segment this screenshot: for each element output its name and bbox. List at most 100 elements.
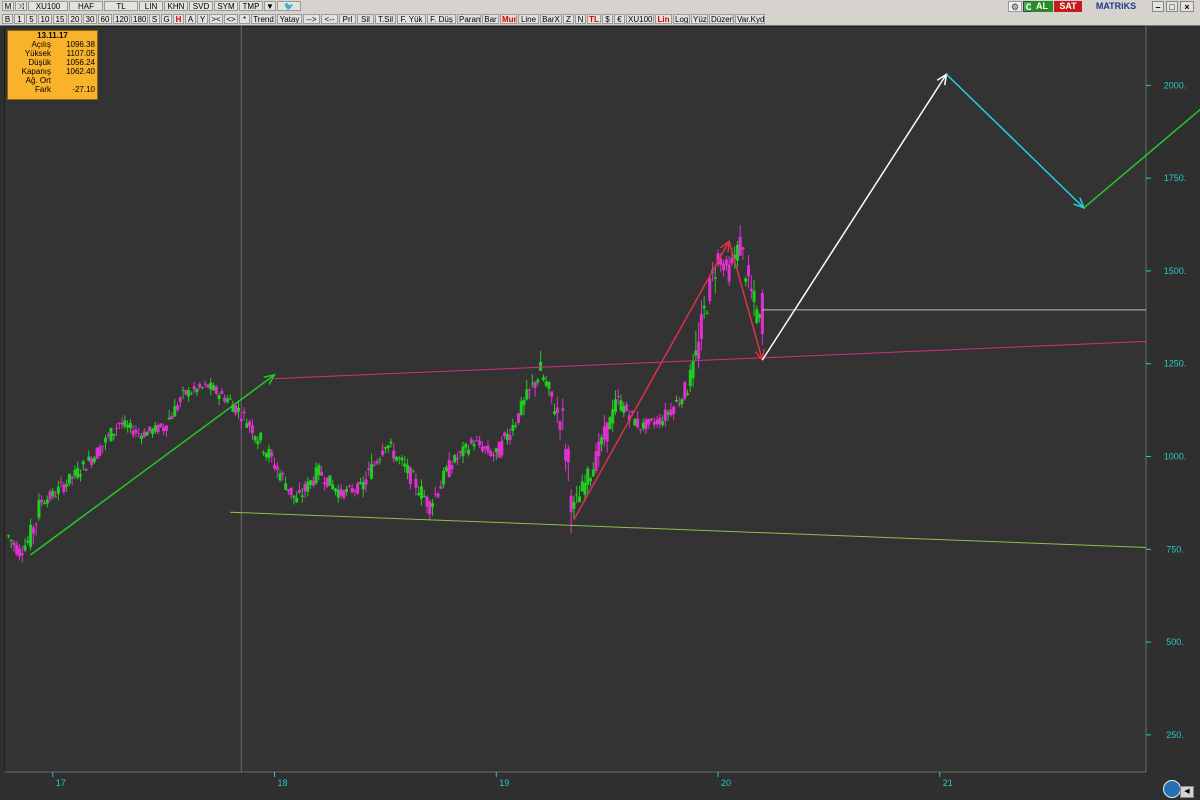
candle-body bbox=[442, 470, 446, 485]
candle-body bbox=[641, 422, 645, 429]
info-date: 13.11.17 bbox=[37, 31, 68, 40]
candle-body bbox=[519, 400, 523, 415]
candle-body bbox=[131, 430, 135, 436]
candle-body bbox=[611, 409, 615, 424]
trend-line bbox=[230, 511, 1147, 548]
candle-body bbox=[342, 490, 346, 498]
info-value: 1096.38 bbox=[66, 40, 95, 49]
y-tick-label: 1750. bbox=[1164, 173, 1187, 183]
candle-body bbox=[622, 406, 626, 413]
candle-body bbox=[15, 544, 19, 555]
candle-body bbox=[386, 445, 390, 449]
candle-body bbox=[284, 483, 288, 490]
candle-body bbox=[702, 305, 706, 309]
info-label: Fark bbox=[35, 85, 51, 94]
candle-body bbox=[458, 451, 462, 453]
candle-body bbox=[569, 495, 573, 513]
candle-body bbox=[192, 386, 196, 390]
candle-body bbox=[431, 503, 435, 507]
candle-body bbox=[381, 450, 385, 456]
candle-body bbox=[522, 400, 526, 406]
candle-body bbox=[672, 406, 676, 414]
candle-body bbox=[128, 422, 132, 429]
candle-body bbox=[564, 449, 568, 461]
info-value bbox=[55, 76, 95, 85]
candle-body bbox=[26, 540, 30, 543]
candle-body bbox=[248, 421, 252, 426]
y-tick-label: 1500. bbox=[1164, 266, 1187, 276]
candle-body bbox=[680, 399, 684, 405]
candle-body bbox=[76, 468, 80, 478]
candle-body bbox=[306, 481, 310, 492]
candle-body bbox=[367, 468, 371, 471]
candle-body bbox=[358, 481, 362, 484]
candle-body bbox=[6, 535, 10, 537]
candle-body bbox=[225, 398, 229, 403]
sync-icon[interactable] bbox=[1163, 780, 1181, 798]
candle-body bbox=[744, 278, 748, 282]
candle-body bbox=[253, 436, 257, 441]
candle-body bbox=[87, 456, 91, 461]
candle-body bbox=[356, 483, 360, 494]
candle-body bbox=[755, 309, 759, 323]
candle-body bbox=[20, 552, 24, 555]
candle-body bbox=[691, 360, 695, 379]
candle-body bbox=[647, 418, 651, 425]
candle-body bbox=[414, 478, 418, 488]
candle-body bbox=[67, 473, 71, 484]
y-tick-label: 750. bbox=[1166, 544, 1184, 554]
candle-body bbox=[483, 446, 487, 449]
candle-body bbox=[758, 314, 762, 319]
candle-body bbox=[350, 488, 354, 493]
candle-body bbox=[79, 474, 83, 477]
arrow-head bbox=[936, 72, 948, 86]
candle-body bbox=[242, 411, 246, 414]
candle-body bbox=[120, 422, 124, 425]
candle-body bbox=[602, 426, 606, 440]
candle-body bbox=[281, 472, 285, 475]
candle-body bbox=[56, 486, 60, 494]
candle-body bbox=[708, 277, 712, 302]
chart-canvas: 250. 500. 750. 1000. 1250. 1500. 1750. 2000. 17 1… bbox=[4, 26, 1200, 788]
candle-body bbox=[730, 257, 734, 264]
candle-body bbox=[514, 425, 518, 427]
trend-line bbox=[274, 340, 1147, 380]
candle-body bbox=[489, 451, 493, 456]
candle-body bbox=[12, 542, 16, 546]
candle-body bbox=[724, 259, 728, 266]
candle-body bbox=[261, 451, 265, 454]
info-row: Düşük 1056.24 bbox=[8, 58, 97, 67]
candle-body bbox=[674, 399, 678, 402]
y-tick-label: 1250. bbox=[1164, 359, 1187, 369]
candle-body bbox=[29, 524, 33, 548]
candle-body bbox=[447, 460, 451, 478]
trend-arrow bbox=[945, 73, 1085, 209]
candle-body bbox=[278, 473, 282, 481]
info-value: 1056.24 bbox=[66, 58, 95, 67]
candle-body bbox=[109, 428, 113, 442]
candle-body bbox=[106, 434, 110, 436]
candle-body bbox=[364, 479, 368, 485]
candle-body bbox=[267, 448, 271, 459]
candle-body bbox=[159, 423, 163, 428]
candle-body bbox=[403, 463, 407, 467]
candle-body bbox=[256, 440, 260, 445]
trend-arrow bbox=[573, 240, 730, 520]
candle-body bbox=[492, 454, 496, 456]
candle-body bbox=[325, 477, 329, 487]
candle-body bbox=[450, 465, 454, 470]
candle-body bbox=[658, 417, 662, 425]
candle-body bbox=[666, 412, 670, 415]
candle-body bbox=[475, 440, 479, 442]
info-row: Ağ. Ort bbox=[8, 76, 97, 85]
candle-body bbox=[234, 405, 238, 414]
candle-body bbox=[295, 497, 299, 503]
info-row: Kapanış 1062.40 bbox=[8, 67, 97, 76]
candle-body bbox=[95, 448, 99, 459]
scroll-left-icon[interactable]: ◀ bbox=[1180, 786, 1194, 798]
candle-body bbox=[145, 432, 149, 436]
candle-body bbox=[394, 456, 398, 461]
candle-body bbox=[544, 381, 548, 386]
candle-body bbox=[577, 496, 581, 503]
candle-body bbox=[378, 459, 382, 461]
